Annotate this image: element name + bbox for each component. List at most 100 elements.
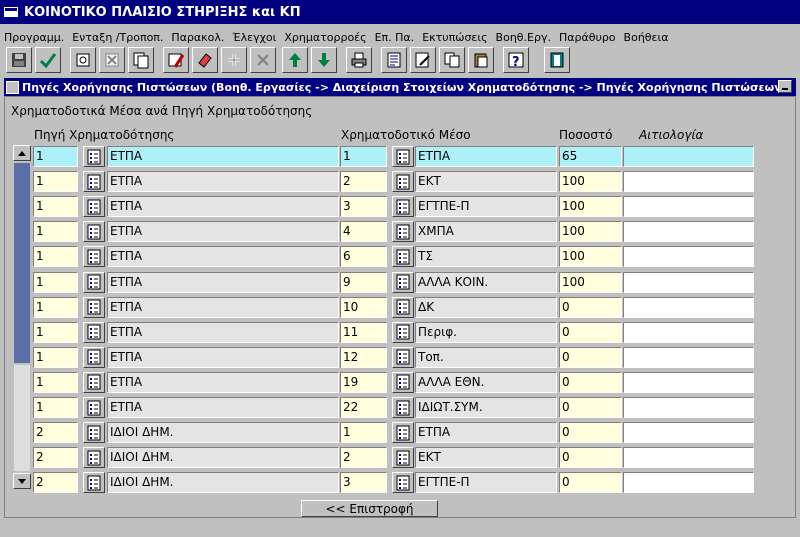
source-lov-button[interactable] xyxy=(83,271,105,293)
instrument-code-field[interactable]: 2 xyxy=(340,447,387,469)
help-button[interactable]: ? xyxy=(503,47,529,73)
menu-window[interactable]: Παράθυρο xyxy=(559,31,616,44)
source-lov-button[interactable] xyxy=(83,246,105,268)
instrument-code-field[interactable]: 3 xyxy=(340,196,387,218)
menu-checks[interactable]: Έλεγχοι xyxy=(232,31,276,44)
source-code-field[interactable]: 1 xyxy=(33,271,78,293)
source-code-field[interactable]: 1 xyxy=(33,171,78,193)
instrument-lov-button[interactable] xyxy=(392,447,414,469)
source-code-field[interactable]: 1 xyxy=(33,221,78,243)
reason-field[interactable] xyxy=(623,371,754,393)
percent-field[interactable]: 0 xyxy=(559,472,622,494)
reason-field[interactable] xyxy=(623,271,754,293)
percent-field[interactable]: 100 xyxy=(559,246,622,268)
instrument-code-field[interactable]: 2 xyxy=(340,171,387,193)
instrument-code-field[interactable]: 1 xyxy=(340,422,387,444)
commit-button[interactable] xyxy=(35,47,61,73)
reason-field[interactable] xyxy=(623,171,754,193)
reason-field[interactable] xyxy=(623,447,754,469)
instrument-code-field[interactable]: 3 xyxy=(340,472,387,494)
copy-button[interactable] xyxy=(439,47,465,73)
clear-record-button[interactable] xyxy=(192,47,218,73)
instrument-code-field[interactable]: 1 xyxy=(340,146,387,167)
menu-aux-tasks[interactable]: Βοηθ.Εργ. xyxy=(496,31,551,44)
reason-field[interactable] xyxy=(623,296,754,318)
instrument-lov-button[interactable] xyxy=(392,171,414,193)
reason-field[interactable] xyxy=(623,146,754,167)
percent-field[interactable]: 0 xyxy=(559,346,622,368)
menu-printouts[interactable]: Εκτυπώσεις xyxy=(422,31,487,44)
reason-field[interactable] xyxy=(623,422,754,444)
source-code-field[interactable]: 1 xyxy=(33,321,78,343)
source-code-field[interactable]: 1 xyxy=(33,371,78,393)
reason-field[interactable] xyxy=(623,346,754,368)
source-code-field[interactable]: 1 xyxy=(33,346,78,368)
reason-field[interactable] xyxy=(623,246,754,268)
source-code-field[interactable]: 1 xyxy=(33,246,78,268)
menu-ep-pa[interactable]: Επ. Πα. xyxy=(375,31,415,44)
menu-help[interactable]: Βοήθεια xyxy=(624,31,669,44)
instrument-lov-button[interactable] xyxy=(392,397,414,418)
percent-field[interactable]: 0 xyxy=(559,371,622,393)
instrument-lov-button[interactable] xyxy=(392,472,414,494)
instrument-lov-button[interactable] xyxy=(392,296,414,318)
execute-query-button[interactable] xyxy=(128,47,154,73)
reason-field[interactable] xyxy=(623,196,754,218)
menu-monitoring[interactable]: Παρακολ. xyxy=(171,31,224,44)
next-record-button[interactable] xyxy=(311,47,337,73)
instrument-code-field[interactable]: 22 xyxy=(340,397,387,418)
source-code-field[interactable]: 2 xyxy=(33,447,78,469)
exit-button[interactable] xyxy=(544,47,570,73)
insert-record-button[interactable] xyxy=(221,47,247,73)
source-lov-button[interactable] xyxy=(83,171,105,193)
menu-inclusion[interactable]: Ενταξη /Τροποπ. xyxy=(72,31,163,44)
edit-button[interactable] xyxy=(410,47,436,73)
source-lov-button[interactable] xyxy=(83,447,105,469)
reason-field[interactable] xyxy=(623,397,754,418)
instrument-code-field[interactable]: 6 xyxy=(340,246,387,268)
source-lov-button[interactable] xyxy=(83,371,105,393)
clear-form-button[interactable] xyxy=(163,47,189,73)
paste-button[interactable] xyxy=(468,47,494,73)
source-code-field[interactable]: 1 xyxy=(33,196,78,218)
instrument-lov-button[interactable] xyxy=(392,221,414,243)
instrument-code-field[interactable]: 11 xyxy=(340,321,387,343)
print-button[interactable] xyxy=(346,47,372,73)
minimize-button[interactable] xyxy=(778,80,792,93)
delete-record-button[interactable] xyxy=(250,47,276,73)
percent-field[interactable]: 100 xyxy=(559,196,622,218)
list-values-button[interactable] xyxy=(381,47,407,73)
cancel-query-button[interactable] xyxy=(99,47,125,73)
percent-field[interactable]: 100 xyxy=(559,271,622,293)
instrument-lov-button[interactable] xyxy=(392,371,414,393)
source-code-field[interactable]: 1 xyxy=(33,397,78,418)
instrument-lov-button[interactable] xyxy=(392,321,414,343)
percent-field[interactable]: 0 xyxy=(559,397,622,418)
source-code-field[interactable]: 1 xyxy=(33,296,78,318)
percent-field[interactable]: 0 xyxy=(559,296,622,318)
reason-field[interactable] xyxy=(623,321,754,343)
reason-field[interactable] xyxy=(623,221,754,243)
source-code-field[interactable]: 2 xyxy=(33,422,78,444)
source-code-field[interactable]: 2 xyxy=(33,472,78,494)
instrument-lov-button[interactable] xyxy=(392,422,414,444)
source-lov-button[interactable] xyxy=(83,472,105,494)
instrument-lov-button[interactable] xyxy=(392,246,414,268)
reason-field[interactable] xyxy=(623,472,754,494)
previous-record-button[interactable] xyxy=(282,47,308,73)
source-lov-button[interactable] xyxy=(83,321,105,343)
source-lov-button[interactable] xyxy=(83,422,105,444)
instrument-code-field[interactable]: 19 xyxy=(340,371,387,393)
instrument-lov-button[interactable] xyxy=(392,271,414,293)
percent-field[interactable]: 0 xyxy=(559,321,622,343)
instrument-code-field[interactable]: 4 xyxy=(340,221,387,243)
instrument-lov-button[interactable] xyxy=(392,196,414,218)
source-lov-button[interactable] xyxy=(83,296,105,318)
percent-field[interactable]: 100 xyxy=(559,171,622,193)
percent-field[interactable]: 0 xyxy=(559,447,622,469)
source-code-field[interactable]: 1 xyxy=(33,146,78,167)
source-lov-button[interactable] xyxy=(83,221,105,243)
source-lov-button[interactable] xyxy=(83,346,105,368)
instrument-lov-button[interactable] xyxy=(392,346,414,368)
enter-query-button[interactable] xyxy=(70,47,96,73)
